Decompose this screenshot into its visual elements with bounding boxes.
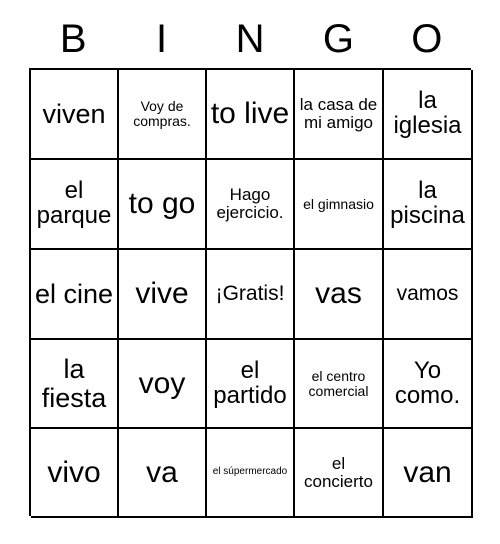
- bingo-cell-r1c2[interactable]: Voy de compras.: [119, 70, 207, 160]
- bingo-cell-r3c5[interactable]: vamos: [384, 250, 473, 340]
- bingo-cell-r3c1[interactable]: el cine: [31, 250, 119, 340]
- bingo-cell-r3c3[interactable]: ¡Gratis!: [207, 250, 295, 340]
- bingo-header-letter-n: N: [235, 17, 265, 61]
- bingo-cell-text: vas: [315, 277, 362, 311]
- bingo-header-letter-b: B: [59, 17, 87, 61]
- bingo-cell-text: el centro comercial: [308, 367, 369, 399]
- bingo-cell-r2c3[interactable]: Hago ejercicio.: [207, 160, 295, 250]
- bingo-cell-text: el súpermercado: [212, 466, 288, 478]
- bingo-cell-text: la iglesia: [393, 87, 462, 139]
- bingo-grid: viven Voy de compras. to live la casa de…: [29, 68, 473, 518]
- bingo-cell-text: ¡Gratis!: [215, 282, 285, 306]
- bingo-cell-text: el gimnasio: [303, 195, 374, 212]
- bingo-cell-r2c4[interactable]: el gimnasio: [295, 160, 384, 250]
- bingo-cell-r4c3[interactable]: el partido: [207, 340, 295, 429]
- bingo-cell-r1c3[interactable]: to live: [207, 70, 295, 160]
- bingo-cell-text: vive: [135, 277, 189, 311]
- bingo-cell-r1c4[interactable]: la casa de mi amigo: [295, 70, 384, 160]
- bingo-cell-text: Yo como.: [394, 356, 461, 409]
- bingo-cell-r4c5[interactable]: Yo como.: [384, 340, 473, 429]
- bingo-cell-r5c4[interactable]: el concierto: [295, 429, 384, 518]
- bingo-cell-r2c5[interactable]: la piscina: [384, 160, 473, 250]
- bingo-header-row: B I N G O: [29, 14, 471, 64]
- bingo-cell-text: el concierto: [304, 453, 373, 491]
- bingo-cell-text: Voy de compras.: [133, 98, 191, 129]
- bingo-cell-r3c4[interactable]: vas: [295, 250, 384, 340]
- bingo-cell-text: va: [146, 455, 178, 489]
- bingo-card: B I N G O viven Voy de compras. to live …: [0, 0, 500, 544]
- bingo-cell-text: to go: [128, 187, 196, 221]
- bingo-cell-text: el cine: [34, 278, 114, 309]
- bingo-cell-r2c1[interactable]: el parque: [31, 160, 119, 250]
- bingo-cell-text: Hago ejercicio.: [216, 185, 284, 222]
- bingo-header-letter-g: G: [322, 17, 354, 61]
- bingo-cell-r4c2[interactable]: voy: [119, 340, 207, 429]
- bingo-cell-text: el partido: [213, 356, 287, 409]
- bingo-cell-r1c1[interactable]: viven: [31, 70, 119, 160]
- bingo-cell-r5c2[interactable]: va: [119, 429, 207, 518]
- bingo-header-letter-o: O: [411, 17, 443, 61]
- bingo-cell-r3c2[interactable]: vive: [119, 250, 207, 340]
- bingo-cell-text: la piscina: [390, 177, 465, 229]
- bingo-cell-text: van: [403, 455, 452, 489]
- bingo-cell-text: viven: [42, 98, 106, 129]
- bingo-cell-text: vamos: [396, 282, 459, 306]
- bingo-cell-r5c3[interactable]: el súpermercado: [207, 429, 295, 518]
- bingo-cell-r1c5[interactable]: la iglesia: [384, 70, 473, 160]
- bingo-cell-text: to live: [210, 97, 290, 131]
- bingo-cell-r2c2[interactable]: to go: [119, 160, 207, 250]
- bingo-cell-text: la fiesta: [41, 354, 107, 413]
- bingo-header-letter-i: I: [156, 17, 168, 61]
- bingo-cell-r5c5[interactable]: van: [384, 429, 473, 518]
- bingo-cell-r4c4[interactable]: el centro comercial: [295, 340, 384, 429]
- bingo-cell-text: el parque: [36, 177, 112, 229]
- bingo-cell-text: vivo: [47, 455, 101, 489]
- bingo-cell-text: voy: [138, 366, 186, 400]
- bingo-cell-r4c1[interactable]: la fiesta: [31, 340, 119, 429]
- bingo-cell-text: la casa de mi amigo: [299, 95, 378, 132]
- bingo-cell-r5c1[interactable]: vivo: [31, 429, 119, 518]
